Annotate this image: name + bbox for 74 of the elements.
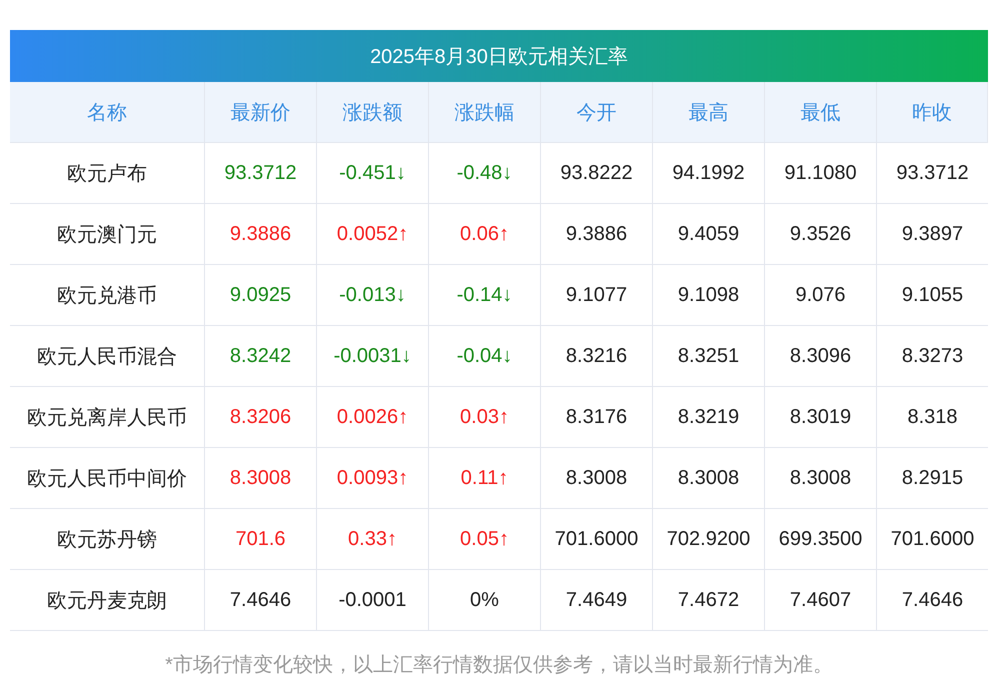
table-cell: 7.4672 bbox=[653, 570, 765, 631]
table-cell: 0% bbox=[429, 570, 541, 631]
table-cell: -0.04↓ bbox=[429, 326, 541, 387]
table-cell: 0.06↑ bbox=[429, 204, 541, 265]
table-cell: 8.3008 bbox=[205, 448, 317, 509]
table-cell: 欧元卢布 bbox=[10, 143, 205, 204]
table-cell: 0.03↑ bbox=[429, 387, 541, 448]
column-header: 最低 bbox=[765, 82, 877, 143]
column-header: 今开 bbox=[541, 82, 653, 143]
table-cell: 9.3886 bbox=[541, 204, 653, 265]
table-cell: -0.0031↓ bbox=[317, 326, 429, 387]
table-cell: 93.3712 bbox=[877, 143, 988, 204]
table-cell: 7.4646 bbox=[205, 570, 317, 631]
table-cell: 7.4646 bbox=[877, 570, 988, 631]
table-cell: 8.2915 bbox=[877, 448, 988, 509]
table-cell: 91.1080 bbox=[765, 143, 877, 204]
table-cell: 8.318 bbox=[877, 387, 988, 448]
table-cell: 8.3273 bbox=[877, 326, 988, 387]
table-cell: 93.3712 bbox=[205, 143, 317, 204]
table-cell: -0.451↓ bbox=[317, 143, 429, 204]
table-cell: 8.3206 bbox=[205, 387, 317, 448]
table-cell: 8.3216 bbox=[541, 326, 653, 387]
table-cell: 欧元丹麦克朗 bbox=[10, 570, 205, 631]
column-header: 最新价 bbox=[205, 82, 317, 143]
table-cell: 0.05↑ bbox=[429, 509, 541, 570]
table-cell: 8.3008 bbox=[765, 448, 877, 509]
table-cell: 9.1055 bbox=[877, 265, 988, 326]
table-cell: 欧元兑港币 bbox=[10, 265, 205, 326]
table-cell: -0.0001 bbox=[317, 570, 429, 631]
column-header: 最高 bbox=[653, 82, 765, 143]
column-header: 涨跌幅 bbox=[429, 82, 541, 143]
table-cell: 0.11↑ bbox=[429, 448, 541, 509]
column-header: 涨跌额 bbox=[317, 82, 429, 143]
table-title: 2025年8月30日欧元相关汇率 bbox=[10, 30, 988, 82]
table-cell: 9.1077 bbox=[541, 265, 653, 326]
column-header: 昨收 bbox=[877, 82, 988, 143]
table-cell: 9.4059 bbox=[653, 204, 765, 265]
table-cell: 9.3886 bbox=[205, 204, 317, 265]
table-cell: 欧元兑离岸人民币 bbox=[10, 387, 205, 448]
table-cell: 欧元澳门元 bbox=[10, 204, 205, 265]
table-cell: 8.3019 bbox=[765, 387, 877, 448]
table-cell: 8.3176 bbox=[541, 387, 653, 448]
table-cell: 欧元苏丹镑 bbox=[10, 509, 205, 570]
table-cell: 93.8222 bbox=[541, 143, 653, 204]
table-cell: 8.3251 bbox=[653, 326, 765, 387]
table-cell: 8.3008 bbox=[541, 448, 653, 509]
table-cell: 699.3500 bbox=[765, 509, 877, 570]
table-cell: 7.4649 bbox=[541, 570, 653, 631]
table-cell: 702.9200 bbox=[653, 509, 765, 570]
table-cell: 0.0052↑ bbox=[317, 204, 429, 265]
table-cell: 94.1992 bbox=[653, 143, 765, 204]
table-cell: 9.3897 bbox=[877, 204, 988, 265]
table-cell: 701.6 bbox=[205, 509, 317, 570]
table-cell: 9.3526 bbox=[765, 204, 877, 265]
table-cell: 701.6000 bbox=[541, 509, 653, 570]
table-cell: 9.0925 bbox=[205, 265, 317, 326]
table-cell: -0.14↓ bbox=[429, 265, 541, 326]
column-header: 名称 bbox=[10, 82, 205, 143]
table-cell: 9.1098 bbox=[653, 265, 765, 326]
table-cell: 8.3008 bbox=[653, 448, 765, 509]
table-cell: 0.0093↑ bbox=[317, 448, 429, 509]
table-cell: 9.076 bbox=[765, 265, 877, 326]
table-cell: 欧元人民币混合 bbox=[10, 326, 205, 387]
table-cell: 0.33↑ bbox=[317, 509, 429, 570]
table-cell: 8.3242 bbox=[205, 326, 317, 387]
table-cell: -0.013↓ bbox=[317, 265, 429, 326]
table-cell: -0.48↓ bbox=[429, 143, 541, 204]
table-cell: 0.0026↑ bbox=[317, 387, 429, 448]
table-cell: 欧元人民币中间价 bbox=[10, 448, 205, 509]
table-cell: 701.6000 bbox=[877, 509, 988, 570]
table-cell: 7.4607 bbox=[765, 570, 877, 631]
table-cell: 8.3219 bbox=[653, 387, 765, 448]
table-cell: 8.3096 bbox=[765, 326, 877, 387]
disclaimer-note: *市场行情变化较快，以上汇率行情数据仅供参考，请以当时最新行情为准。 bbox=[164, 653, 834, 678]
